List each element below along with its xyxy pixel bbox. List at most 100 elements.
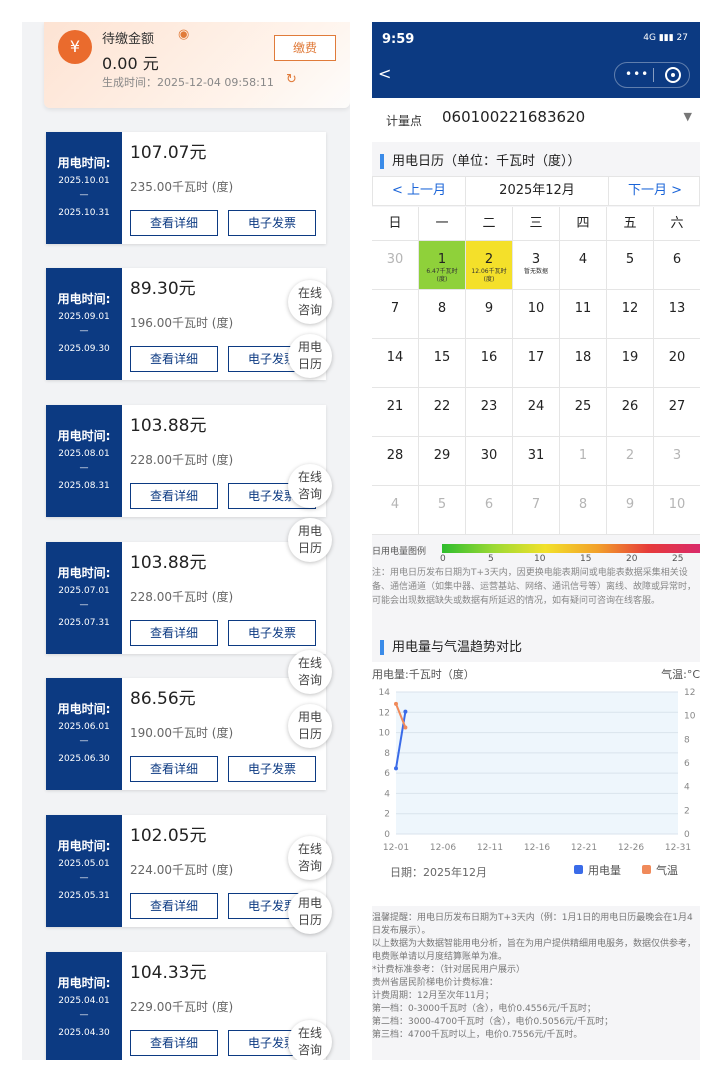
bill-amount: 104.33元 xyxy=(130,963,207,983)
day-number: 5 xyxy=(625,252,635,267)
next-month-button[interactable]: 下一月 > xyxy=(609,177,700,205)
status-signal: 4G ▮▮▮ 27 xyxy=(643,33,688,43)
calendar-day[interactable]: 30 xyxy=(372,241,419,290)
usage-calendar-button[interactable]: 用电 日历 xyxy=(288,890,332,934)
bill-period-dash: — xyxy=(79,190,89,200)
view-detail-button[interactable]: 查看详细 xyxy=(130,620,218,646)
view-detail-button[interactable]: 查看详细 xyxy=(130,210,218,236)
close-miniapp-icon[interactable] xyxy=(665,67,681,83)
y-left-tick: 0 xyxy=(384,830,390,840)
calendar-day[interactable]: 29 xyxy=(419,437,466,486)
bill-card: 用电时间: 2025.07.01 — 2025.07.31 103.88元 228.00千… xyxy=(46,542,326,654)
calendar-day[interactable]: 14 xyxy=(372,339,419,388)
bill-period-label: 用电时间: xyxy=(57,156,111,170)
weekday-header: 五 xyxy=(607,207,654,241)
calendar-day[interactable]: 7 xyxy=(513,486,560,535)
calendar-day[interactable]: 18 xyxy=(560,339,607,388)
calendar-day[interactable]: 2 xyxy=(607,437,654,486)
e-invoice-button[interactable]: 电子发票 xyxy=(228,756,316,782)
online-consult-button[interactable]: 在线 咨询 xyxy=(288,464,332,508)
view-detail-button[interactable]: 查看详细 xyxy=(130,756,218,782)
bill-period-start: 2025.05.01 xyxy=(58,859,110,869)
day-number: 30 xyxy=(480,448,498,463)
online-consult-button[interactable]: 在线 咨询 xyxy=(288,836,332,880)
calendar-day[interactable]: 2 12.06千瓦时 (度) xyxy=(466,241,513,290)
usage-calendar-button[interactable]: 用电 日历 xyxy=(288,518,332,562)
calendar-day[interactable]: 20 xyxy=(654,339,700,388)
more-icon[interactable]: ••• xyxy=(625,67,649,81)
bill-kwh: 190.00千瓦时 (度) xyxy=(130,726,234,740)
calendar-day[interactable]: 10 xyxy=(513,290,560,339)
calendar-day[interactable]: 3 暂无数据 xyxy=(513,241,560,290)
day-usage: 6.47千瓦时 xyxy=(426,268,458,275)
dropdown-caret-icon[interactable]: ▼ xyxy=(684,110,692,123)
view-detail-button[interactable]: 查看详细 xyxy=(130,1030,218,1056)
refresh-icon[interactable]: ↻ xyxy=(286,72,297,87)
online-consult-button[interactable]: 在线 咨询 xyxy=(288,280,332,324)
view-detail-button[interactable]: 查看详细 xyxy=(130,893,218,919)
calendar-day[interactable]: 16 xyxy=(466,339,513,388)
prev-month-button[interactable]: < 上一月 xyxy=(373,177,465,205)
weekday-header: 日 xyxy=(372,207,419,241)
calendar-day[interactable]: 9 xyxy=(466,290,513,339)
bill-period: 用电时间: 2025.04.01 — 2025.04.30 xyxy=(46,952,122,1060)
day-number: 2 xyxy=(484,252,494,267)
calendar-day[interactable]: 11 xyxy=(560,290,607,339)
calendar-day[interactable]: 25 xyxy=(560,388,607,437)
calendar-day[interactable]: 8 xyxy=(560,486,607,535)
x-tick: 12-01 xyxy=(383,843,409,853)
calendar-day[interactable]: 6 xyxy=(466,486,513,535)
bill-period-dash: — xyxy=(79,463,89,473)
view-detail-button[interactable]: 查看详细 xyxy=(130,483,218,509)
calendar-day[interactable]: 30 xyxy=(466,437,513,486)
calendar-day[interactable]: 10 xyxy=(654,486,700,535)
x-tick: 12-31 xyxy=(665,843,691,853)
day-number: 25 xyxy=(574,399,592,414)
calendar-day[interactable]: 19 xyxy=(607,339,654,388)
bill-period-dash: — xyxy=(79,326,89,336)
calendar-day[interactable]: 23 xyxy=(466,388,513,437)
calendar-day[interactable]: 22 xyxy=(419,388,466,437)
bill-period-end: 2025.07.31 xyxy=(58,618,110,628)
bill-period-end: 2025.10.31 xyxy=(58,208,110,218)
back-icon[interactable]: < xyxy=(378,64,391,83)
day-number: 20 xyxy=(668,350,686,365)
calendar-day[interactable]: 1 xyxy=(560,437,607,486)
e-invoice-button[interactable]: 电子发票 xyxy=(228,210,316,236)
e-invoice-button[interactable]: 电子发票 xyxy=(228,620,316,646)
calendar-day[interactable]: 13 xyxy=(654,290,700,339)
calendar-day[interactable]: 15 xyxy=(419,339,466,388)
calendar-day[interactable]: 4 xyxy=(560,241,607,290)
day-number: 13 xyxy=(668,301,686,316)
calendar-day[interactable]: 21 xyxy=(372,388,419,437)
calendar-day[interactable]: 8 xyxy=(419,290,466,339)
calendar-day[interactable]: 5 xyxy=(419,486,466,535)
online-consult-button[interactable]: 在线 咨询 xyxy=(288,650,332,694)
meter-selector[interactable]: 计量点 060100221683620 ▼ xyxy=(372,98,700,142)
day-number: 8 xyxy=(437,301,447,316)
calendar-day[interactable]: 28 xyxy=(372,437,419,486)
calendar-day[interactable]: 1 6.47千瓦时 (度) xyxy=(419,241,466,290)
calendar-day[interactable]: 4 xyxy=(372,486,419,535)
view-detail-button[interactable]: 查看详细 xyxy=(130,346,218,372)
calendar-day[interactable]: 5 xyxy=(607,241,654,290)
calendar-day[interactable]: 24 xyxy=(513,388,560,437)
calendar-day[interactable]: 31 xyxy=(513,437,560,486)
calendar-day[interactable]: 7 xyxy=(372,290,419,339)
calendar-day[interactable]: 27 xyxy=(654,388,700,437)
online-consult-button[interactable]: 在线 咨询 xyxy=(288,1020,332,1060)
eye-icon[interactable]: ◉ xyxy=(178,27,189,42)
usage-calendar-button[interactable]: 用电 日历 xyxy=(288,704,332,748)
calendar-day[interactable]: 26 xyxy=(607,388,654,437)
pay-button[interactable]: 缴费 xyxy=(274,35,336,61)
y-right-tick: 10 xyxy=(684,712,696,722)
x-tick: 12-11 xyxy=(477,843,503,853)
day-number: 9 xyxy=(625,497,635,512)
calendar-day[interactable]: 17 xyxy=(513,339,560,388)
calendar-day[interactable]: 3 xyxy=(654,437,700,486)
calendar-day[interactable]: 6 xyxy=(654,241,700,290)
y-left-tick: 8 xyxy=(384,749,390,759)
calendar-day[interactable]: 9 xyxy=(607,486,654,535)
calendar-day[interactable]: 12 xyxy=(607,290,654,339)
usage-calendar-button[interactable]: 用电 日历 xyxy=(288,334,332,378)
